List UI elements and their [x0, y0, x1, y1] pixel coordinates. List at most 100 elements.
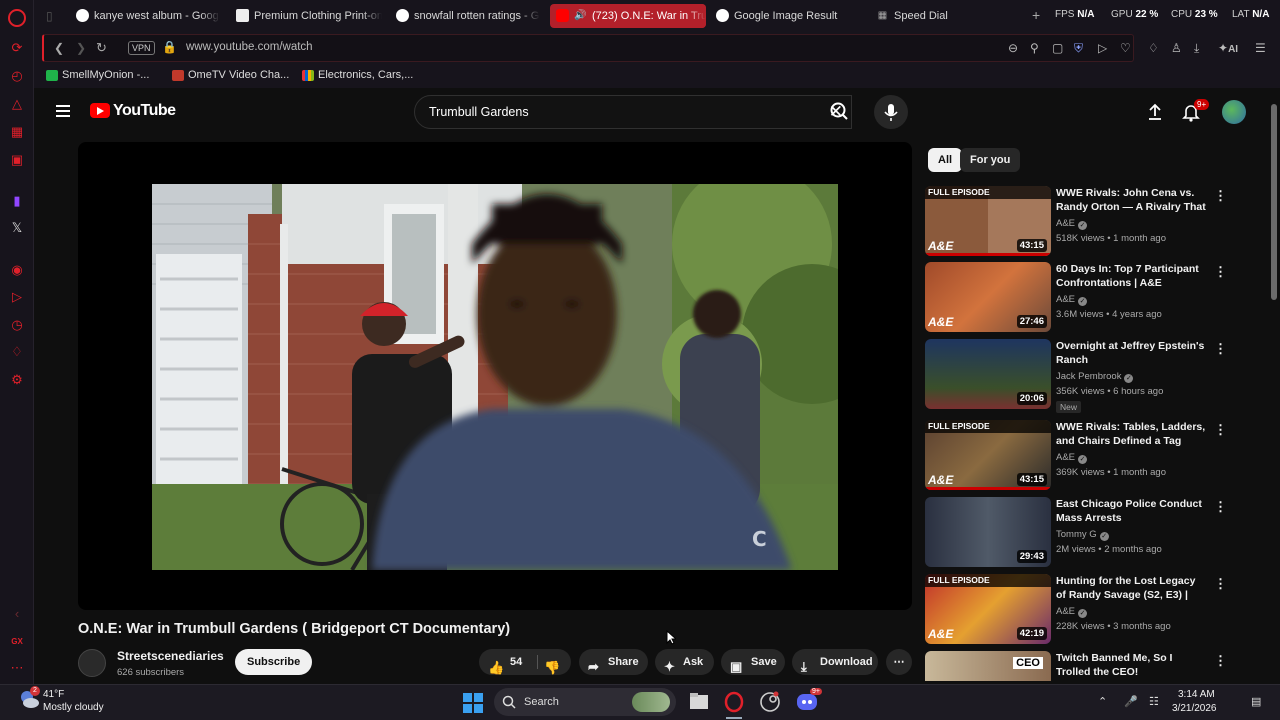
- search-button[interactable]: [815, 95, 865, 129]
- settings-icon[interactable]: ⚙: [9, 372, 25, 388]
- recommendation-title[interactable]: Twitch Banned Me, So I Trolled the CEO!: [1056, 651, 1206, 679]
- search-query-text[interactable]: Trumbull Gardens: [429, 105, 529, 119]
- bookmark-ometv[interactable]: OmeTV Video Cha...: [172, 69, 289, 81]
- wifi-icon[interactable]: ☷: [1149, 695, 1159, 708]
- gx-control-icon[interactable]: ◴: [9, 68, 25, 84]
- video-thumbnail[interactable]: 20:06: [925, 339, 1051, 409]
- share-button[interactable]: ➦ Share: [579, 649, 648, 675]
- x-twitter-icon[interactable]: 𝕏: [9, 220, 25, 236]
- weather-temp[interactable]: 41°F: [43, 689, 64, 700]
- profile-icon[interactable]: ♙: [1171, 41, 1182, 55]
- youtube-logo-icon[interactable]: [90, 103, 110, 118]
- control-center-icon[interactable]: ⟳: [9, 40, 25, 56]
- recommendation-channel[interactable]: Tommy G ✓: [1056, 529, 1109, 541]
- recommendation-item[interactable]: CEO Twitch Banned Me, So I Trolled the C…: [925, 651, 1225, 681]
- gx-corner-icon[interactable]: △: [9, 96, 25, 112]
- new-tab-icon[interactable]: +: [1032, 7, 1040, 23]
- kebab-menu-icon[interactable]: ⋮: [1214, 422, 1227, 438]
- page-scrollbar[interactable]: [1271, 96, 1277, 676]
- ask-button[interactable]: ✦ Ask: [655, 649, 714, 675]
- vpn-badge[interactable]: VPN: [128, 41, 155, 55]
- recommendation-item[interactable]: FULL EPISODE A&E 42:19 Hunting for the L…: [925, 574, 1227, 646]
- show-hidden-icons-icon[interactable]: ⌃: [1098, 695, 1107, 708]
- speaker-icon[interactable]: 🔊: [574, 4, 586, 28]
- like-button[interactable]: 👍: [488, 655, 504, 681]
- notification-center-icon[interactable]: ▤: [1251, 695, 1261, 708]
- recommendation-item[interactable]: 20:06 Overnight at Jeffrey Epstein's Ran…: [925, 339, 1227, 413]
- chip-all[interactable]: All: [928, 148, 963, 172]
- download-icon[interactable]: ⤓: [1194, 41, 1199, 56]
- adblock-shield-icon[interactable]: ⛨: [1074, 41, 1083, 56]
- account-avatar[interactable]: [1222, 100, 1246, 124]
- back-icon[interactable]: ❮: [54, 41, 64, 55]
- kebab-menu-icon[interactable]: ⋮: [1214, 653, 1225, 669]
- recommendation-channel[interactable]: A&E ✓: [1056, 218, 1088, 230]
- youtube-wordmark[interactable]: YouTube: [113, 102, 176, 120]
- save-button[interactable]: ▣ Save: [721, 649, 785, 675]
- kebab-menu-icon[interactable]: ⋮: [1214, 576, 1227, 592]
- lock-icon[interactable]: 🔒: [162, 40, 177, 54]
- play-icon[interactable]: ▷: [1098, 41, 1107, 55]
- voice-search-button[interactable]: [874, 95, 908, 129]
- gx-label[interactable]: GX: [9, 634, 25, 650]
- recommendation-title[interactable]: Overnight at Jeffrey Epstein's Ranch: [1056, 339, 1206, 367]
- forward-icon[interactable]: ❯: [76, 41, 86, 55]
- url-text[interactable]: www.youtube.com/watch: [186, 41, 313, 53]
- extensions-puzzle-icon[interactable]: ♢: [1148, 41, 1159, 55]
- upload-icon[interactable]: [1144, 101, 1166, 123]
- messenger-icon[interactable]: ▣: [9, 152, 25, 168]
- address-bar[interactable]: ❮ ❯ ↻ VPN 🔒 www.youtube.com/watch ⊖ ⚲ ▢ …: [42, 34, 1134, 62]
- channel-name[interactable]: Streetscenediaries: [117, 649, 224, 663]
- recommendation-title[interactable]: East Chicago Police Conduct Mass Arrests: [1056, 497, 1206, 525]
- recommendation-item[interactable]: FULL EPISODE A&E 43:15 WWE Rivals: Table…: [925, 420, 1227, 492]
- pin-icon[interactable]: ‹: [9, 606, 25, 622]
- kebab-menu-icon[interactable]: ⋮: [1214, 499, 1227, 515]
- recommendation-title[interactable]: WWE Rivals: Tables, Ladders, and Chairs …: [1056, 420, 1206, 448]
- recommendation-item[interactable]: A&E 27:46 60 Days In: Top 7 Participant …: [925, 262, 1227, 334]
- snapshot-icon[interactable]: ▢: [1052, 41, 1063, 55]
- recommendation-title[interactable]: Hunting for the Lost Legacy of Randy Sav…: [1056, 574, 1206, 602]
- video-thumbnail[interactable]: FULL EPISODE A&E 42:19: [925, 574, 1051, 644]
- recommendation-channel[interactable]: Jack Pembrook ✓: [1056, 371, 1134, 383]
- heart-icon[interactable]: ♡: [1120, 41, 1131, 55]
- taskbar-search[interactable]: Search: [494, 688, 676, 716]
- twitch-icon[interactable]: ▮: [9, 193, 25, 209]
- file-explorer-icon[interactable]: [688, 691, 710, 713]
- download-button[interactable]: ⤓ Download: [792, 649, 878, 675]
- steam-icon[interactable]: [759, 691, 781, 713]
- bookmark-smellmyonion[interactable]: SmellMyOnion -...: [46, 69, 149, 81]
- video-thumbnail[interactable]: FULL EPISODE A&E 43:15: [925, 420, 1051, 490]
- tab-kanye[interactable]: kanye west album - Google: [70, 4, 220, 28]
- channel-avatar[interactable]: [78, 649, 106, 677]
- recommendation-item[interactable]: 29:43 East Chicago Police Conduct Mass A…: [925, 497, 1227, 569]
- search-input[interactable]: Trumbull Gardens ✕: [414, 95, 852, 129]
- video-frame[interactable]: C: [152, 184, 838, 570]
- history-icon[interactable]: ◷: [9, 317, 25, 333]
- tab-printful[interactable]: Premium Clothing Print-on: [230, 4, 382, 28]
- kebab-menu-icon[interactable]: ⋮: [1214, 188, 1227, 204]
- reload-icon[interactable]: ↻: [96, 40, 107, 56]
- tab-speed-dial[interactable]: ▦ Speed Dial: [870, 4, 990, 28]
- chip-for-you[interactable]: For you: [960, 148, 1021, 172]
- zoom-icon[interactable]: ⊖: [1008, 41, 1018, 55]
- opera-gx-taskbar-icon[interactable]: [723, 691, 745, 713]
- player-icon[interactable]: ◉: [9, 262, 25, 278]
- recommendation-title[interactable]: 60 Days In: Top 7 Participant Confrontat…: [1056, 262, 1206, 290]
- clock-date[interactable]: 3/21/2026: [1172, 703, 1217, 714]
- aria-ai-icon[interactable]: ✦AI: [1218, 41, 1238, 55]
- kebab-menu-icon[interactable]: ⋮: [1214, 341, 1227, 357]
- gx-tracker-icon[interactable]: ▦: [9, 124, 25, 140]
- dislike-button[interactable]: 👎: [544, 655, 560, 681]
- windows-start-icon[interactable]: [462, 692, 484, 714]
- menu-icon[interactable]: ☰: [1255, 41, 1266, 55]
- video-thumbnail[interactable]: CEO: [925, 651, 1051, 681]
- video-thumbnail[interactable]: 29:43: [925, 497, 1051, 567]
- tab-overview-icon[interactable]: ▯: [46, 9, 53, 23]
- extensions-icon[interactable]: ♢: [9, 344, 25, 360]
- flow-icon[interactable]: ▷: [9, 289, 25, 305]
- video-player[interactable]: C: [78, 142, 912, 610]
- guide-menu-icon[interactable]: [56, 105, 70, 117]
- recommendation-title[interactable]: WWE Rivals: John Cena vs. Randy Orton — …: [1056, 186, 1206, 214]
- tab-youtube-active[interactable]: 🔊 (723) O.N.E: War in Tru: [550, 4, 706, 28]
- more-actions-button[interactable]: ⋯: [886, 649, 912, 675]
